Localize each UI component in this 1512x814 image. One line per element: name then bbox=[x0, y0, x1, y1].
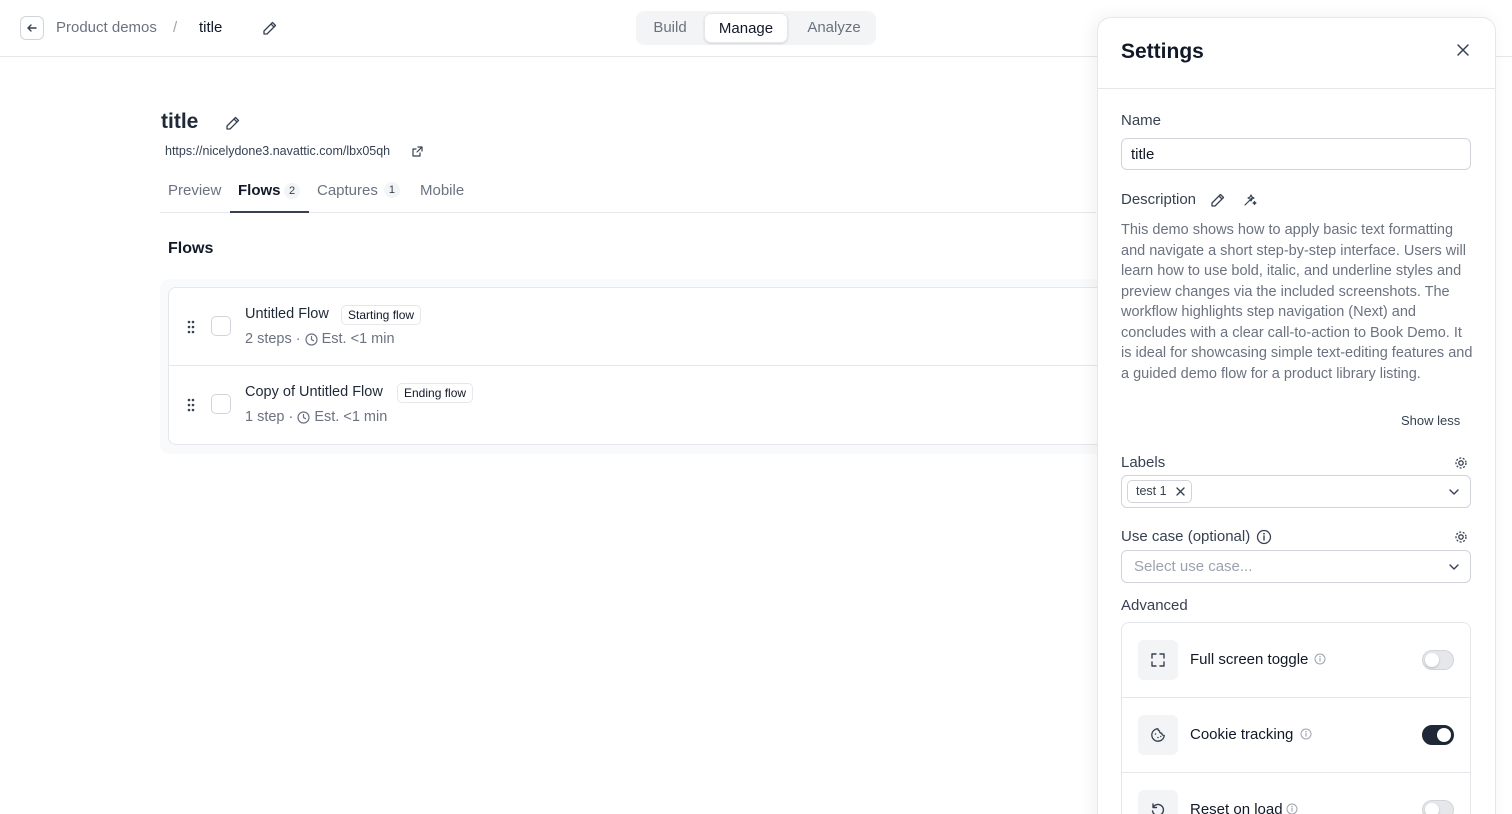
info-icon[interactable] bbox=[1286, 803, 1298, 814]
settings-panel: Settings Name Description This demo show… bbox=[1097, 17, 1496, 814]
name-input[interactable] bbox=[1121, 138, 1471, 170]
advanced-label-text: Full screen toggle bbox=[1190, 651, 1309, 668]
settings-title: Settings bbox=[1121, 40, 1204, 63]
flow-estimate: Est. <1 min bbox=[314, 409, 388, 425]
reset-icon bbox=[1151, 803, 1165, 814]
tab-label: Preview bbox=[168, 182, 222, 199]
toggle-knob bbox=[1425, 653, 1439, 667]
gear-icon[interactable] bbox=[1453, 455, 1469, 471]
flow-estimate: Est. <1 min bbox=[321, 331, 395, 347]
mode-analyze[interactable]: Analyze bbox=[794, 13, 874, 43]
toggle-knob bbox=[1437, 728, 1451, 742]
tab-label: Flows bbox=[238, 182, 281, 199]
breadcrumb-current: title bbox=[199, 19, 223, 36]
clock-icon bbox=[297, 410, 310, 424]
info-icon[interactable] bbox=[1300, 728, 1312, 740]
tab-count: 2 bbox=[284, 183, 300, 199]
advanced-label-text: Reset on load bbox=[1190, 801, 1283, 814]
description-text: This demo shows how to apply basic text … bbox=[1121, 222, 1473, 382]
external-link-icon[interactable] bbox=[411, 145, 424, 158]
use-case-select[interactable]: Select use case... bbox=[1121, 550, 1471, 583]
flow-name: Untitled Flow bbox=[245, 306, 329, 322]
gear-icon[interactable] bbox=[1453, 529, 1469, 545]
labels-select[interactable]: test 1 bbox=[1121, 475, 1471, 508]
full-screen-toggle[interactable] bbox=[1422, 650, 1454, 670]
chevron-down-icon bbox=[1449, 564, 1459, 570]
close-icon[interactable] bbox=[1455, 42, 1471, 58]
flow-checkbox[interactable] bbox=[211, 316, 231, 336]
advanced-row-fullscreen: Full screen toggle bbox=[1122, 623, 1470, 698]
tab-count: 1 bbox=[383, 182, 400, 198]
use-case-placeholder: Select use case... bbox=[1134, 558, 1253, 575]
flows-heading: Flows bbox=[168, 240, 214, 257]
mode-switcher: Build Manage Analyze bbox=[636, 11, 876, 45]
reset-on-load-toggle[interactable] bbox=[1422, 800, 1454, 814]
toggle-knob bbox=[1425, 803, 1439, 814]
settings-header: Settings bbox=[1098, 18, 1495, 89]
flow-badge: Starting flow bbox=[341, 305, 422, 325]
tab-label: Captures bbox=[317, 182, 378, 199]
info-icon[interactable] bbox=[1314, 653, 1326, 665]
breadcrumb-separator: / bbox=[173, 19, 178, 36]
flow-steps: 1 step bbox=[245, 409, 285, 425]
magic-wand-icon[interactable] bbox=[1242, 192, 1258, 208]
back-button[interactable] bbox=[20, 16, 44, 40]
tab-flows[interactable]: Flows 2 bbox=[230, 173, 309, 213]
mode-build[interactable]: Build bbox=[638, 13, 702, 43]
flow-steps: 2 steps bbox=[245, 331, 292, 347]
label-chip-text: test 1 bbox=[1136, 484, 1167, 498]
close-icon[interactable] bbox=[1175, 486, 1186, 497]
arrow-left-icon bbox=[27, 24, 37, 32]
flow-meta: 1 step · Est. <1 min bbox=[245, 409, 387, 425]
tab-mobile[interactable]: Mobile bbox=[420, 173, 464, 213]
advanced-row-reset: Reset on load bbox=[1122, 773, 1470, 814]
labels-label: Labels bbox=[1121, 454, 1166, 471]
advanced-icon-wrap bbox=[1138, 640, 1178, 680]
meta-separator: · bbox=[288, 409, 294, 425]
drag-handle-icon[interactable] bbox=[187, 398, 195, 412]
fullscreen-icon bbox=[1151, 653, 1165, 667]
pencil-icon[interactable] bbox=[225, 115, 241, 131]
pencil-icon[interactable] bbox=[262, 20, 278, 36]
flow-checkbox[interactable] bbox=[211, 394, 231, 414]
advanced-label: Advanced bbox=[1121, 597, 1188, 614]
name-label: Name bbox=[1121, 112, 1162, 129]
use-case-label: Use case (optional) bbox=[1121, 528, 1251, 545]
flow-meta: 2 steps · Est. <1 min bbox=[245, 331, 395, 347]
pencil-icon[interactable] bbox=[1210, 192, 1226, 208]
flow-row[interactable]: Copy of Untitled Flow Ending flow 1 step… bbox=[168, 366, 1120, 445]
cookie-tracking-toggle[interactable] bbox=[1422, 725, 1454, 745]
tabs: Preview Flows 2 Captures 1 Mobile bbox=[160, 173, 1096, 213]
flows-list: Untitled Flow Starting flow 2 steps · Es… bbox=[160, 279, 1120, 454]
cookie-icon bbox=[1151, 728, 1165, 742]
tab-preview[interactable]: Preview bbox=[168, 173, 221, 213]
label-chip: test 1 bbox=[1127, 480, 1192, 503]
tab-label: Mobile bbox=[420, 182, 465, 199]
drag-handle-icon[interactable] bbox=[187, 320, 195, 334]
meta-separator: · bbox=[295, 331, 301, 347]
flow-badge: Ending flow bbox=[397, 383, 474, 403]
breadcrumb-parent[interactable]: Product demos bbox=[56, 18, 157, 38]
mode-manage[interactable]: Manage bbox=[704, 13, 788, 43]
advanced-icon-wrap bbox=[1138, 715, 1178, 755]
advanced-label-text: Cookie tracking bbox=[1190, 726, 1294, 743]
clock-icon bbox=[304, 332, 318, 346]
advanced-row-cookie: Cookie tracking bbox=[1122, 698, 1470, 773]
chevron-down-icon bbox=[1449, 489, 1459, 495]
demo-url[interactable]: https://nicelydone3.navattic.com/lbx05qh bbox=[165, 144, 390, 158]
info-icon[interactable] bbox=[1256, 529, 1272, 545]
advanced-icon-wrap bbox=[1138, 790, 1178, 814]
demo-title: title bbox=[161, 110, 199, 133]
flow-name: Copy of Untitled Flow bbox=[245, 384, 383, 400]
flow-row[interactable]: Untitled Flow Starting flow 2 steps · Es… bbox=[168, 287, 1120, 366]
description-label: Description bbox=[1121, 191, 1197, 208]
advanced-settings: Full screen toggle Cookie tracking Reset… bbox=[1121, 622, 1471, 814]
show-less-link[interactable]: Show less bbox=[1401, 413, 1460, 428]
tab-captures[interactable]: Captures 1 bbox=[317, 173, 400, 213]
